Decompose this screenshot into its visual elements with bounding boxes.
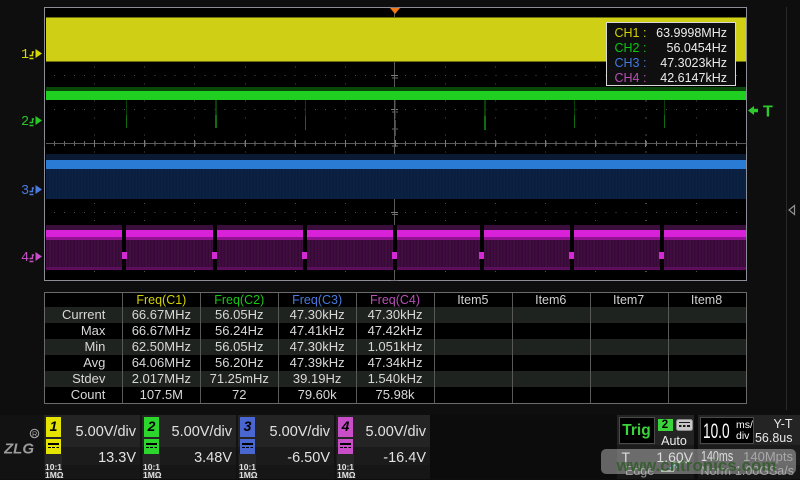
svg-text:2: 2 [21, 115, 29, 130]
svg-text:1: 1 [21, 48, 29, 63]
svg-text:R: R [32, 429, 38, 438]
svg-text:ZLG: ZLG [4, 441, 34, 458]
svg-text:4: 4 [21, 251, 29, 266]
svg-text:3: 3 [21, 184, 29, 199]
svg-text:T: T [763, 104, 773, 121]
